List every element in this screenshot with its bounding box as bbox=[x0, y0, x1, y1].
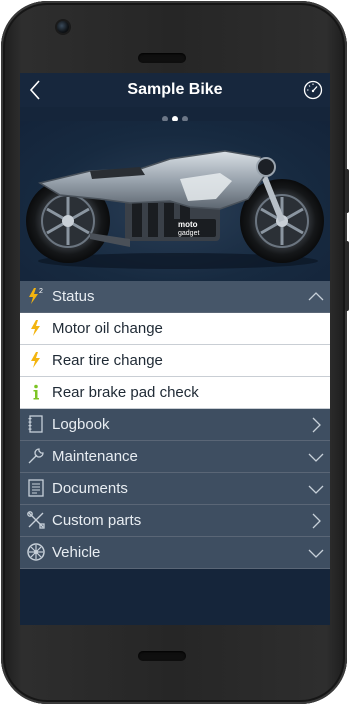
front-camera bbox=[57, 21, 69, 33]
app-screen: Sample Bike moto gadget 2 Status Motor o… bbox=[20, 73, 330, 625]
menu-item-label: Vehicle bbox=[52, 544, 101, 561]
lightning-icon bbox=[26, 350, 46, 370]
tools-icon bbox=[26, 510, 46, 530]
phone-frame: Sample Bike moto gadget 2 Status Motor o… bbox=[1, 1, 349, 704]
earpiece-speaker bbox=[138, 53, 186, 63]
chevron-down-icon bbox=[308, 449, 324, 465]
bike-image[interactable]: moto gadget bbox=[20, 121, 330, 281]
page-title: Sample Bike bbox=[127, 81, 223, 98]
lightning-icon bbox=[26, 318, 46, 338]
menu-item-label: Documents bbox=[52, 480, 128, 497]
status-item-label: Rear tire change bbox=[52, 352, 163, 369]
status-item-label: Rear brake pad check bbox=[52, 384, 199, 401]
empty-area bbox=[20, 570, 330, 625]
back-button[interactable] bbox=[24, 77, 48, 103]
chevron-right-icon bbox=[308, 513, 324, 529]
chevron-right-icon bbox=[308, 417, 324, 433]
menu-item-vehicle[interactable]: Vehicle bbox=[20, 537, 330, 569]
bike-badge-line1: moto bbox=[178, 220, 198, 229]
status-label: Status bbox=[52, 288, 95, 305]
wrench-icon bbox=[26, 446, 46, 466]
volume-button bbox=[345, 241, 349, 311]
bike-badge-line2: gadget bbox=[178, 230, 199, 237]
menu-item-label: Maintenance bbox=[52, 448, 138, 465]
chevron-down-icon bbox=[308, 545, 324, 561]
menu-item-logbook[interactable]: Logbook bbox=[20, 409, 330, 441]
lightning-alert-icon: 2 bbox=[26, 286, 46, 306]
document-icon bbox=[26, 478, 46, 498]
info-icon bbox=[26, 382, 46, 402]
notebook-icon bbox=[26, 414, 46, 434]
status-badge-count: 2 bbox=[39, 288, 43, 295]
app-header: Sample Bike bbox=[20, 73, 330, 107]
bottom-speaker bbox=[138, 651, 186, 661]
wheel-icon bbox=[26, 542, 46, 562]
bike-menu: 2 Status Motor oil change Rear tire chan… bbox=[20, 281, 330, 569]
speedometer-icon bbox=[303, 80, 323, 100]
motorcycle-illustration: moto gadget bbox=[26, 150, 324, 269]
menu-item-custom-parts[interactable]: Custom parts bbox=[20, 505, 330, 537]
status-item-rear-brake-pad[interactable]: Rear brake pad check bbox=[20, 377, 330, 409]
menu-item-documents[interactable]: Documents bbox=[20, 473, 330, 505]
power-button bbox=[345, 169, 349, 213]
status-item-motor-oil[interactable]: Motor oil change bbox=[20, 313, 330, 345]
status-item-label: Motor oil change bbox=[52, 320, 163, 337]
chevron-up-icon bbox=[308, 289, 324, 305]
chevron-left-icon bbox=[29, 80, 40, 100]
status-item-rear-tire[interactable]: Rear tire change bbox=[20, 345, 330, 377]
menu-item-label: Logbook bbox=[52, 416, 110, 433]
status-section-header[interactable]: 2 Status bbox=[20, 281, 330, 313]
menu-item-label: Custom parts bbox=[52, 512, 142, 529]
carousel-indicator bbox=[20, 109, 330, 122]
gauge-button[interactable] bbox=[302, 79, 324, 101]
chevron-down-icon bbox=[308, 481, 324, 497]
menu-item-maintenance[interactable]: Maintenance bbox=[20, 441, 330, 473]
